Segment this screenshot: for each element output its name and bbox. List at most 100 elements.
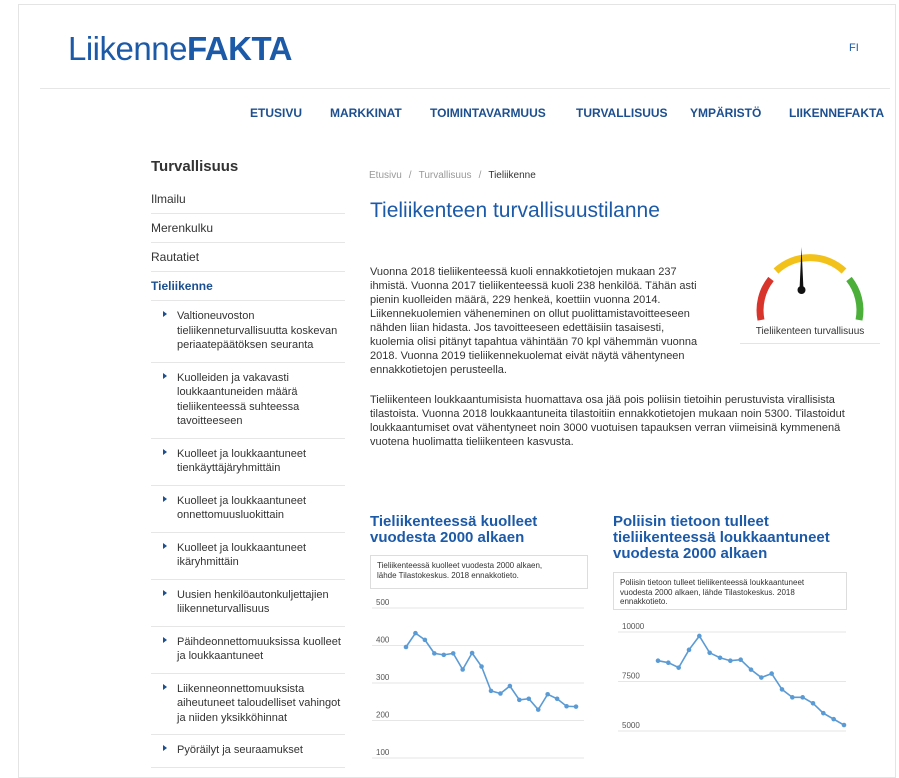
gauge-needle — [799, 247, 804, 290]
data-point — [403, 644, 409, 650]
data-point — [655, 658, 661, 664]
data-point — [697, 633, 702, 639]
sidebar-subitem-label: Kuolleet ja loukkaantuneet — [177, 447, 307, 460]
nav-liikennefakta[interactable]: LIIKENNEFAKTA — [789, 106, 884, 120]
y-tick-label: 100 — [376, 748, 390, 757]
sidebar-subitem[interactable]: Kuolleet ja loukkaantuneet onnettomuusluo… — [151, 486, 345, 533]
chart-deaths: 500 400 300 200 100 — [372, 598, 584, 759]
sidebar-subitem-label: Uusien henkilöautonkuljettajien — [177, 588, 329, 601]
data-point — [800, 695, 805, 700]
data-point — [441, 652, 447, 658]
nav-markkinat[interactable]: MARKKINAT — [330, 106, 402, 120]
data-point — [469, 650, 475, 656]
intro-paragraph-line: ennakkotietojen perusteella. — [370, 364, 507, 376]
sidebar-item-ilmailu[interactable]: Ilmailu — [151, 185, 345, 214]
y-tick-label: 10000 — [622, 622, 645, 631]
intro-paragraph-line: ihmistä. Vuonna 2017 tieliikenteessä kuo… — [370, 280, 697, 292]
chart-title-injuries-line: Poliisin tietoon tulleet — [613, 513, 769, 530]
sidebar-subitem-label: Kuolleet ja loukkaantuneet — [177, 541, 307, 554]
sidebar-subitem[interactable]: Uusien henkilöautonkuljettajien liikennet… — [151, 580, 345, 627]
injuries-paragraph-line: vuotena huolimatta tieliikenteen kasvust… — [370, 436, 574, 448]
data-point — [488, 688, 494, 694]
bullet-triangle-icon — [163, 745, 167, 751]
intro-paragraph-line: nähden liian hidasta. Jos tavoitteeseen … — [370, 322, 665, 334]
bullet-triangle-icon — [163, 311, 167, 317]
chart-note-injuries-line: ennakkotieto. — [620, 597, 668, 606]
sidebar: Turvallisuus Ilmailu Merenkulku Rautatie… — [151, 158, 345, 768]
nav-turvallisuus[interactable]: TURVALLISUUS — [576, 106, 668, 120]
sidebar-title: Turvallisuus — [151, 158, 239, 175]
sidebar-subitem-label: periaatepäätöksen seuranta — [177, 339, 314, 351]
data-point — [707, 650, 712, 656]
data-point — [517, 697, 522, 703]
data-point — [728, 658, 733, 664]
data-point — [779, 687, 785, 692]
injuries-paragraph: Tieliikenteen loukkaantumisista huomatta… — [370, 393, 870, 449]
sidebar-subitem[interactable]: Päihdeonnettomuuksissa kuolleet ja loukka… — [151, 627, 345, 674]
chart-note-deaths-line: Tieliikenteessä kuolleet vuodesta 2000 a… — [377, 561, 543, 570]
sidebar-subitem-label: Pyöräilyt ja seuraamukset — [177, 744, 303, 756]
chart-title-injuries-line: vuodesta 2000 alkaen — [613, 545, 768, 562]
nav-toimintavarmuus[interactable]: TOIMINTAVARMUUS — [430, 106, 546, 120]
breadcrumb-turvallisuus[interactable]: Turvallisuus — [419, 170, 472, 181]
data-point — [498, 691, 503, 696]
y-tick-label: 500 — [376, 598, 390, 607]
breadcrumb-current: Tieliikenne — [488, 170, 536, 181]
language-switch[interactable]: FI — [849, 42, 859, 54]
data-point — [413, 630, 418, 636]
data-point — [686, 647, 692, 653]
data-point — [460, 667, 465, 672]
bullet-triangle-icon — [163, 636, 167, 643]
sidebar-item-rautatiet[interactable]: Rautatiet — [151, 243, 345, 272]
y-tick-label: 400 — [376, 636, 390, 645]
y-tick-label: 5000 — [622, 721, 640, 730]
chart-title-deaths-line: Tieliikenteessä kuolleet — [370, 513, 538, 530]
chart-title-injuries-line: tieliikenteessä loukkaantuneet — [613, 529, 830, 546]
series-line — [657, 634, 845, 726]
sidebar-subitem[interactable]: Pyöräilyt ja seuraamukset — [151, 735, 345, 768]
sidebar-subitem[interactable]: Kuolleet ja loukkaantuneet tienkäyttäjäry… — [151, 439, 345, 486]
data-point — [790, 695, 795, 700]
data-point — [717, 655, 723, 661]
data-point — [841, 722, 847, 728]
sidebar-item-tieliikenne[interactable]: Tieliikenne — [151, 272, 345, 301]
bullet-triangle-icon — [163, 589, 167, 596]
chart-note-injuries-line: Poliisin tietoon tulleet tieliikenteessä… — [620, 578, 805, 587]
chart-note-injuries-line: vuodesta 2000 alkaen, lähde Tilastokesku… — [620, 587, 795, 597]
gauge-hub — [797, 286, 806, 294]
chart-note-injuries: Poliisin tietoon tulleet tieliikenteessä… — [613, 572, 847, 610]
data-point — [769, 671, 774, 676]
data-point — [666, 660, 671, 665]
chart-title-injuries: Poliisin tietoon tulleet tieliikenteessä … — [613, 514, 863, 562]
sidebar-subitem-label: liikenneturvallisuus — [177, 603, 270, 615]
data-point — [759, 675, 764, 680]
gauge-dial — [756, 247, 864, 321]
site-logo[interactable]: LiikenneFAKTA — [68, 30, 292, 68]
data-point — [432, 651, 437, 656]
sidebar-item-merenkulku[interactable]: Merenkulku — [151, 214, 345, 243]
sidebar-subitem[interactable]: Valtioneuvoston tieliikenneturvallisuutta… — [151, 301, 345, 363]
data-point — [573, 704, 579, 709]
sidebar-subitem-label: Liikenneonnettomuuksista — [177, 682, 305, 695]
nav-etusivu[interactable]: ETUSIVU — [250, 106, 302, 120]
breadcrumb: Etusivu / Turvallisuus / Tieliikenne — [369, 170, 536, 181]
y-tick-label: 7500 — [622, 672, 640, 681]
data-point — [821, 710, 826, 716]
safety-gauge: Tieliikenteen turvallisuus — [740, 232, 880, 344]
data-point — [422, 637, 428, 643]
injuries-paragraph-line: tilastoista. Vuonna 2018 loukkaantuneita… — [370, 408, 845, 420]
data-point — [748, 667, 754, 672]
data-point — [507, 683, 513, 689]
nav-ymparisto[interactable]: YMPÄRISTÖ — [690, 106, 761, 120]
breadcrumb-etusivu[interactable]: Etusivu — [369, 170, 402, 181]
sidebar-subitem[interactable]: Liikenneonnettomuuksista aiheutuneet talo… — [151, 674, 345, 735]
chart-note-deaths: Tieliikenteessä kuolleet vuodesta 2000 a… — [370, 555, 588, 589]
data-point — [676, 665, 681, 670]
page-title: Tieliikenteen turvallisuustilanne — [370, 199, 660, 222]
injuries-paragraph-line: loukkaantumiset ovat vähentyneet noin 30… — [370, 422, 841, 434]
sidebar-subitem-label: onnettomuusluokittain — [177, 509, 285, 521]
sidebar-subitem[interactable]: Kuolleet ja loukkaantuneet ikäryhmittäin — [151, 533, 345, 580]
sidebar-subitem[interactable]: Kuolleiden ja vakavasti loukkaantuneiden … — [151, 363, 345, 439]
bullet-triangle-icon — [163, 448, 167, 455]
sidebar-subitem-label: tieliikenneturvallisuutta koskevan — [177, 324, 338, 337]
